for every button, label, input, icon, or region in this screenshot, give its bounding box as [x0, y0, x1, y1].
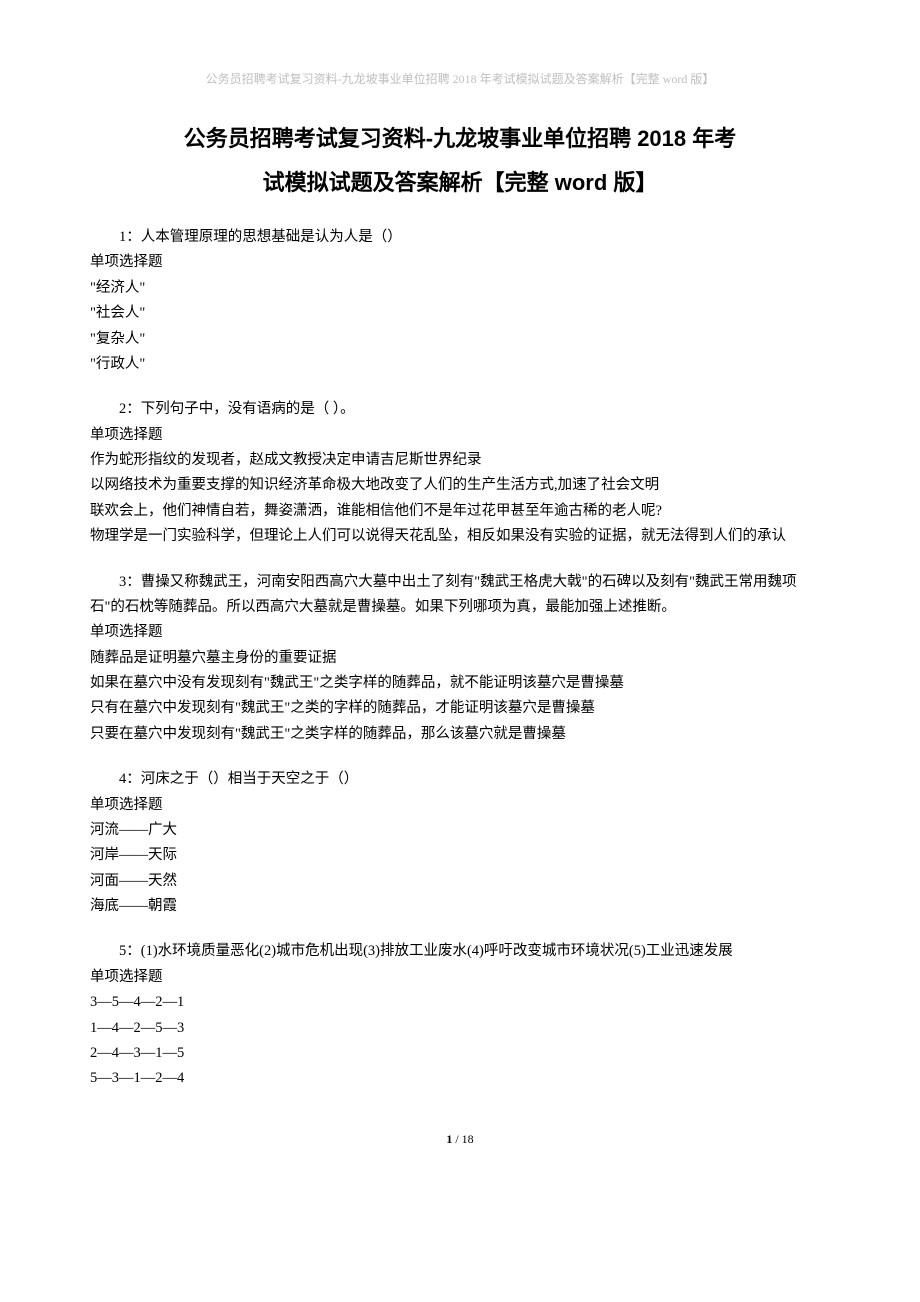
question-2: 2：下列句子中，没有语病的是（ ）。 单项选择题 作为蛇形指纹的发现者，赵成文教… [90, 397, 830, 549]
page-title: 公务员招聘考试复习资料-九龙坡事业单位招聘 2018 年考 试模拟试题及答案解析… [90, 117, 830, 205]
question-type: 单项选择题 [90, 620, 830, 645]
question-1: 1：人本管理原理的思想基础是认为人是（） 单项选择题 "经济人" "社会人" "… [90, 225, 830, 377]
question-option: 联欢会上，他们神情自若，舞姿潇洒，谁能相信他们不是年过花甲甚至年逾古稀的老人呢? [90, 499, 830, 524]
question-option: 如果在墓穴中没有发现刻有"魏武王"之类字样的随葬品，就不能证明该墓穴是曹操墓 [90, 671, 830, 696]
title-line-2: 试模拟试题及答案解析【完整 word 版】 [90, 161, 830, 205]
question-option: 河岸——天际 [90, 843, 830, 868]
question-option: 作为蛇形指纹的发现者，赵成文教授决定申请吉尼斯世界纪录 [90, 448, 830, 473]
question-option: 河流——广大 [90, 818, 830, 843]
question-option: 2—4—3—1—5 [90, 1041, 830, 1066]
question-type: 单项选择题 [90, 965, 830, 990]
header-note: 公务员招聘考试复习资料-九龙坡事业单位招聘 2018 年考试模拟试题及答案解析【… [90, 70, 830, 87]
question-3: 3：曹操又称魏武王，河南安阳西高穴大墓中出土了刻有"魏武王格虎大戟"的石碑以及刻… [90, 570, 830, 748]
question-option: 1—4—2—5—3 [90, 1016, 830, 1041]
question-option: 5—3—1—2—4 [90, 1066, 830, 1091]
question-option: 河面——天然 [90, 869, 830, 894]
page-number: 1 / 18 [90, 1132, 830, 1147]
page-current: 1 [446, 1132, 452, 1146]
question-option: 3—5—4—2—1 [90, 990, 830, 1015]
question-option: "行政人" [90, 352, 830, 377]
question-option: 以网络技术为重要支撑的知识经济革命极大地改变了人们的生产生活方式,加速了社会文明 [90, 473, 830, 498]
question-5: 5：(1)水环境质量恶化(2)城市危机出现(3)排放工业废水(4)呼吁改变城市环… [90, 939, 830, 1091]
question-option: "复杂人" [90, 327, 830, 352]
question-4: 4：河床之于（）相当于天空之于（） 单项选择题 河流——广大 河岸——天际 河面… [90, 767, 830, 919]
question-type: 单项选择题 [90, 250, 830, 275]
question-prompt: 2：下列句子中，没有语病的是（ ）。 [90, 397, 830, 422]
question-prompt: 4：河床之于（）相当于天空之于（） [90, 767, 830, 792]
question-type: 单项选择题 [90, 793, 830, 818]
question-option: 随葬品是证明墓穴墓主身份的重要证据 [90, 646, 830, 671]
question-prompt: 1：人本管理原理的思想基础是认为人是（） [90, 225, 830, 250]
question-option: 只有在墓穴中发现刻有"魏武王"之类的字样的随葬品，才能证明该墓穴是曹操墓 [90, 696, 830, 721]
question-prompt: 5：(1)水环境质量恶化(2)城市危机出现(3)排放工业废水(4)呼吁改变城市环… [90, 939, 830, 964]
title-line-1: 公务员招聘考试复习资料-九龙坡事业单位招聘 2018 年考 [90, 117, 830, 161]
question-option: 只要在墓穴中发现刻有"魏武王"之类字样的随葬品，那么该墓穴就是曹操墓 [90, 722, 830, 747]
question-option: 海底——朝霞 [90, 894, 830, 919]
question-option: "经济人" [90, 276, 830, 301]
page-total: 18 [462, 1132, 474, 1146]
question-prompt: 3：曹操又称魏武王，河南安阳西高穴大墓中出土了刻有"魏武王格虎大戟"的石碑以及刻… [90, 570, 830, 621]
question-option: "社会人" [90, 301, 830, 326]
question-type: 单项选择题 [90, 423, 830, 448]
question-option: 物理学是一门实验科学，但理论上人们可以说得天花乱坠，相反如果没有实验的证据，就无… [90, 524, 830, 549]
